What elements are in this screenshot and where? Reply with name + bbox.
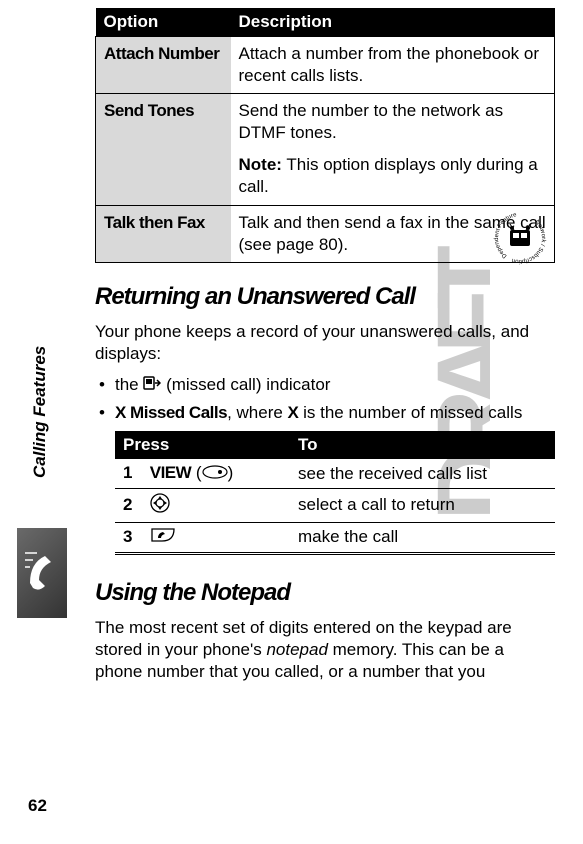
press-cell: 2 (115, 488, 290, 522)
section-tab-icon (17, 528, 67, 618)
bullet-item: the (missed call) indicator (115, 375, 555, 396)
press-cell: 1 VIEW () (115, 459, 290, 488)
table-row: Talk then Fax Talk and then send a fax i… (96, 205, 555, 262)
nav-key-icon (150, 493, 170, 518)
table-row: Send Tones Send the number to the networ… (96, 94, 555, 205)
table-row: 3 make the call (115, 522, 555, 553)
options-table: Option Description Attach Number Attach … (95, 8, 555, 263)
opt-desc: Attach a number from the phonebook or re… (231, 37, 555, 94)
table-row: Attach Number Attach a number from the p… (96, 37, 555, 94)
section-tab-label: Calling Features (30, 186, 50, 318)
press-cell: 3 (115, 522, 290, 553)
notepad-paragraph: The most recent set of digits entered on… (95, 617, 555, 683)
opt-label: Send Tones (104, 101, 194, 120)
to-cell: see the received calls list (290, 459, 555, 488)
page-number: 62 (28, 796, 47, 816)
opt-desc: Talk and then send a fax in the same cal… (231, 205, 555, 262)
steps-table: Press To 1 VIEW () see the received call… (115, 431, 555, 555)
section-heading: Using the Notepad (95, 579, 555, 607)
send-key-icon (150, 527, 176, 548)
missed-call-icon (143, 375, 161, 395)
intro-paragraph: Your phone keeps a record of your unansw… (95, 321, 555, 365)
opt-col-header: Option (96, 8, 231, 37)
press-col-header: Press (115, 431, 290, 459)
softkey-right-icon (202, 464, 228, 484)
to-cell: select a call to return (290, 488, 555, 522)
opt-label: Attach Number (104, 44, 219, 63)
section-heading: Returning an Unanswered Call (95, 283, 555, 311)
table-row: 1 VIEW () see the received calls list (115, 459, 555, 488)
desc-col-header: Description (231, 8, 555, 37)
bullet-item: X Missed Calls, where X is the number of… (115, 403, 555, 423)
network-feature-icon: Network / Subscription Dependent Feature (490, 208, 550, 268)
opt-desc: Send the number to the network as DTMF t… (231, 94, 555, 205)
opt-label: Talk then Fax (104, 213, 205, 232)
to-cell: make the call (290, 522, 555, 553)
table-row: 2 select a call to return (115, 488, 555, 522)
to-col-header: To (290, 431, 555, 459)
